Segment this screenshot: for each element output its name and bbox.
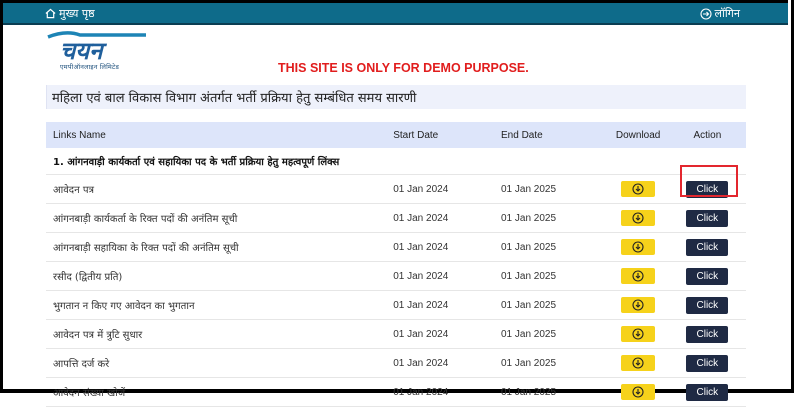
table-header-row: Links Name Start Date End Date Download … (46, 122, 746, 148)
download-button[interactable] (621, 384, 656, 400)
row-end-date: 01 Jan 2025 (495, 232, 608, 262)
click-button[interactable]: Click (686, 383, 729, 401)
row-link-name: आंगनबाड़ी सहायिका के रिक्त पदों की अनंति… (46, 232, 387, 262)
row-action-cell: Click (668, 319, 746, 349)
download-circle-icon (632, 183, 644, 195)
table-row: भुगतान न किए गए आवेदन का भुगतान 01 Jan 20… (46, 290, 746, 320)
row-download-cell (607, 348, 669, 378)
nav-divider (3, 23, 788, 25)
section-title: 1. आंगनवाड़ी कार्यकर्ता एवं सहायिका पद क… (46, 148, 746, 175)
row-end-date: 01 Jan 2025 (495, 348, 608, 378)
download-circle-icon (632, 328, 644, 340)
download-button[interactable] (621, 210, 656, 226)
row-end-date: 01 Jan 2025 (495, 290, 608, 320)
table-row: रसीद (द्वितीय प्रति) 01 Jan 2024 01 Jan 20… (46, 261, 746, 291)
row-download-cell (607, 203, 669, 233)
row-download-cell (607, 232, 669, 262)
row-end-date: 01 Jan 2025 (495, 319, 608, 349)
row-action-cell: Click (668, 290, 746, 320)
row-start-date: 01 Jan 2024 (386, 319, 495, 349)
table-row: आवेदन पत्र 01 Jan 2024 01 Jan 2025 Click (46, 174, 746, 204)
download-button[interactable] (621, 355, 656, 371)
row-end-date: 01 Jan 2025 (495, 261, 608, 291)
section-row: 1. आंगनवाड़ी कार्यकर्ता एवं सहायिका पद क… (46, 148, 746, 175)
row-end-date: 01 Jan 2025 (495, 203, 608, 233)
logo-subtext: एमपीऑनलाइन लिमिटेड (60, 63, 120, 71)
row-start-date: 01 Jan 2024 (386, 377, 495, 407)
home-icon (45, 8, 56, 19)
row-link-name: आवेदन पत्र (46, 174, 387, 204)
row-start-date: 01 Jan 2024 (386, 348, 495, 378)
header-start-date: Start Date (386, 122, 495, 148)
header-links-name: Links Name (46, 122, 387, 148)
row-link-name: आंगनबाड़ी कार्यकर्ता के रिक्त पदों की अन… (46, 203, 387, 233)
header-action: Action (668, 122, 746, 148)
page-title: महिला एवं बाल विकास विभाग अंतर्गत भर्ती … (52, 91, 417, 106)
download-button[interactable] (621, 181, 656, 197)
download-circle-icon (632, 241, 644, 253)
download-button[interactable] (621, 239, 656, 255)
row-start-date: 01 Jan 2024 (386, 232, 495, 262)
table-row: आवेदन संख्या खोजें 01 Jan 2024 01 Jan 2025… (46, 377, 746, 407)
logo-text: चयन (60, 37, 107, 65)
table-row: आंगनबाड़ी सहायिका के रिक्त पदों की अनंति… (46, 232, 746, 262)
download-button[interactable] (621, 326, 656, 342)
download-circle-icon (632, 357, 644, 369)
links-table: Links Name Start Date End Date Download … (46, 122, 746, 407)
row-link-name: आपत्ति दर्ज करे (46, 348, 387, 378)
click-button[interactable]: Click (686, 354, 729, 372)
row-end-date: 01 Jan 2025 (495, 174, 608, 204)
page-title-bar: महिला एवं बाल विकास विभाग अंतर्गत भर्ती … (46, 85, 746, 109)
row-link-name: भुगतान न किए गए आवेदन का भुगतान (46, 290, 387, 320)
click-button[interactable]: Click (686, 296, 729, 314)
highlight-box (680, 165, 738, 197)
login-link[interactable]: लॉगिन (699, 6, 740, 21)
download-button[interactable] (621, 297, 656, 313)
table-row: आवेदन पत्र में त्रुटि सुधार 01 Jan 2024 01… (46, 319, 746, 349)
header-end-date: End Date (495, 122, 608, 148)
header-download: Download (607, 122, 669, 148)
home-label: मुख्य पृष्ठ (59, 7, 95, 20)
row-link-name: आवेदन संख्या खोजें (46, 377, 387, 407)
download-circle-icon (632, 299, 644, 311)
row-action-cell: Click (668, 232, 746, 262)
row-action-cell: Click (668, 203, 746, 233)
table-row: आपत्ति दर्ज करे 01 Jan 2024 01 Jan 2025 Cli… (46, 348, 746, 378)
login-icon (699, 7, 712, 20)
row-download-cell (607, 174, 669, 204)
row-action-cell: Click (668, 348, 746, 378)
row-action-cell: Click (668, 261, 746, 291)
row-start-date: 01 Jan 2024 (386, 174, 495, 204)
click-button[interactable]: Click (686, 238, 729, 256)
top-nav-bar: मुख्य पृष्ठ लॉगिन (3, 3, 788, 23)
row-download-cell (607, 290, 669, 320)
download-button[interactable] (621, 268, 656, 284)
click-button[interactable]: Click (686, 325, 729, 343)
login-label: लॉगिन (714, 7, 740, 20)
table-row: आंगनबाड़ी कार्यकर्ता के रिक्त पदों की अन… (46, 203, 746, 233)
row-link-name: आवेदन पत्र में त्रुटि सुधार (46, 319, 387, 349)
click-button[interactable]: Click (686, 209, 729, 227)
row-end-date: 01 Jan 2025 (495, 377, 608, 407)
click-button[interactable]: Click (686, 267, 729, 285)
row-start-date: 01 Jan 2024 (386, 261, 495, 291)
row-download-cell (607, 319, 669, 349)
download-circle-icon (632, 270, 644, 282)
row-action-cell: Click (668, 377, 746, 407)
row-start-date: 01 Jan 2024 (386, 203, 495, 233)
row-download-cell (607, 377, 669, 407)
row-download-cell (607, 261, 669, 291)
row-start-date: 01 Jan 2024 (386, 290, 495, 320)
download-circle-icon (632, 212, 644, 224)
row-link-name: रसीद (द्वितीय प्रति) (46, 261, 387, 291)
download-circle-icon (632, 386, 644, 398)
demo-notice: THIS SITE IS ONLY FOR DEMO PURPOSE. (278, 61, 529, 75)
home-link[interactable]: मुख्य पृष्ठ (45, 6, 95, 21)
